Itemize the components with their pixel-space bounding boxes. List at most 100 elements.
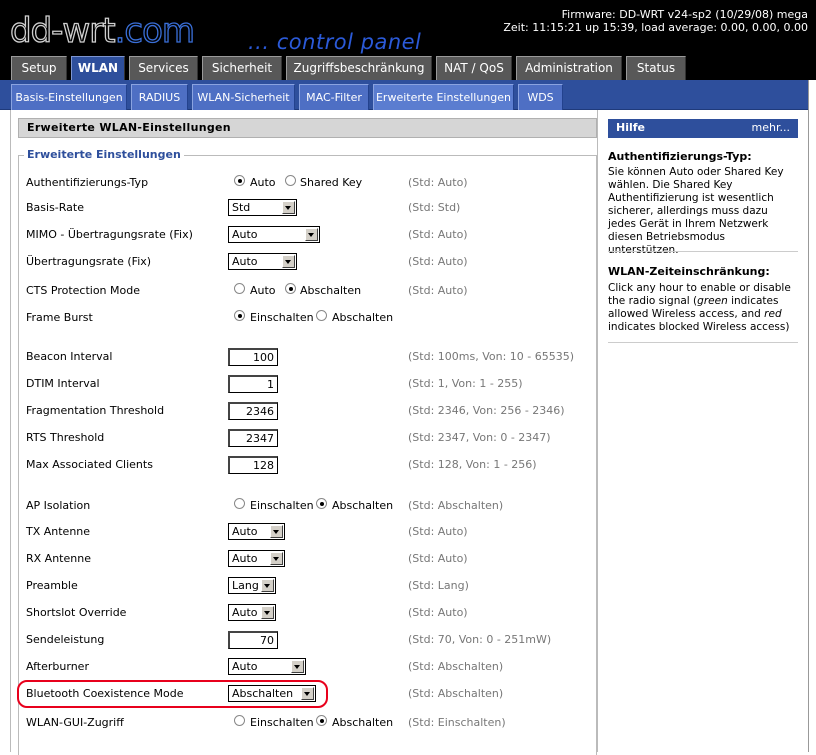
frame-burst-label: Frame Burst (26, 311, 93, 324)
ap-iso-on-radio[interactable] (234, 498, 245, 509)
chevron-down-icon (270, 552, 283, 565)
dtim-input[interactable]: 1 (228, 375, 278, 393)
rx-ant-select[interactable]: Auto (228, 550, 285, 567)
row-tx-power: Sendeleistung 70 (Std: 70, Von: 0 - 251m… (26, 630, 586, 650)
gui-access-on-radio[interactable] (234, 715, 245, 726)
mimo-rate-select[interactable]: Auto (228, 226, 320, 243)
right-border (808, 80, 816, 752)
bt-coex-default: (Std: Abschalten) (408, 687, 504, 700)
rts-input[interactable]: 2347 (228, 429, 278, 447)
help-time-text: Click any hour to enable or disable the … (608, 282, 798, 334)
preamble-default: (Std: Lang) (408, 579, 469, 592)
row-max-clients: Max Associated Clients 128 (Std: 128, Vo… (26, 455, 586, 475)
preamble-label: Preamble (26, 579, 78, 592)
basic-rate-select[interactable]: Std (228, 199, 297, 216)
row-tx-antenna: TX Antenne Auto (Std: Auto) (26, 522, 586, 542)
tab-status[interactable]: Status (626, 56, 686, 80)
row-afterburner: Afterburner Auto (Std: Abschalten) (26, 657, 586, 677)
rx-ant-label: RX Antenne (26, 552, 91, 565)
sub-tabs: Basis-Einstellungen RADIUS WLAN-Sicherhe… (0, 80, 808, 110)
frame-burst-on-radio[interactable] (234, 310, 245, 321)
help-time-text-c: indicates blocked Wireless access) (608, 321, 790, 333)
firmware-info: Firmware: DD-WRT v24-sp2 (10/29/08) mega… (503, 8, 808, 34)
basic-rate-value: Std (232, 201, 251, 214)
subtab-wds[interactable]: WDS (518, 84, 563, 110)
gui-access-label: WLAN-GUI-Zugriff (26, 716, 124, 729)
subtab-erweiterte[interactable]: Erweiterte Einstellungen (373, 84, 514, 110)
chevron-down-icon (305, 228, 318, 241)
chevron-down-icon (282, 201, 295, 214)
tx-ant-select[interactable]: Auto (228, 523, 285, 540)
ap-iso-off-radio[interactable] (316, 498, 327, 509)
cts-off-radio[interactable] (285, 283, 296, 294)
logo-com: .com (114, 11, 196, 51)
shortslot-default: (Std: Auto) (408, 606, 468, 619)
row-preamble: Preamble Lang (Std: Lang) (26, 576, 586, 596)
txpower-input[interactable]: 70 (228, 631, 278, 649)
tab-services[interactable]: Services (129, 56, 198, 80)
help-divider (608, 342, 798, 343)
gui-access-off-radio[interactable] (316, 715, 327, 726)
preamble-value: Lang (232, 579, 259, 592)
shortslot-select[interactable]: Auto (228, 604, 276, 621)
tx-rate-default: (Std: Auto) (408, 255, 468, 268)
tab-wlan[interactable]: WLAN (71, 56, 125, 80)
help-auth-heading: Authentifizierungs-Typ: (608, 150, 752, 163)
row-rx-antenna: RX Antenne Auto (Std: Auto) (26, 549, 586, 569)
subtab-wlan-sicherheit[interactable]: WLAN-Sicherheit (192, 84, 295, 110)
chevron-down-icon (261, 606, 274, 619)
tx-rate-select[interactable]: Auto (228, 253, 297, 270)
help-more-link[interactable]: mehr... (752, 119, 790, 137)
afterburner-label: Afterburner (26, 660, 89, 673)
chevron-down-icon (291, 660, 304, 673)
gui-access-off-label: Abschalten (332, 716, 394, 729)
mimo-rate-default: (Std: Auto) (408, 228, 468, 241)
frame-burst-off-radio[interactable] (316, 310, 327, 321)
subtab-basis[interactable]: Basis-Einstellungen (11, 84, 127, 110)
page-title: Erweiterte WLAN-Einstellungen (18, 118, 597, 138)
tx-rate-label: Übertragungsrate (Fix) (26, 255, 152, 268)
tab-zugriffsbeschraenkung[interactable]: Zugriffsbeschränkung (286, 56, 432, 80)
help-green-word: green (697, 295, 728, 307)
frame-burst-on-label: Einschalten (250, 311, 314, 324)
row-shortslot: Shortslot Override Auto (Std: Auto) (26, 603, 586, 623)
max-clients-input[interactable]: 128 (228, 456, 278, 474)
row-cts: CTS Protection Mode Auto Abschalten (Std… (26, 281, 586, 301)
help-time-heading: WLAN-Zeiteinschränkung: (608, 265, 770, 278)
rts-default: (Std: 2347, Von: 0 - 2347) (408, 431, 551, 444)
beacon-default: (Std: 100ms, Von: 10 - 65535) (408, 350, 575, 363)
row-gui-access: WLAN-GUI-Zugriff Einschalten Abschalten … (26, 713, 586, 733)
beacon-input[interactable]: 100 (228, 348, 278, 366)
afterburner-default: (Std: Abschalten) (408, 660, 504, 673)
txpower-label: Sendeleistung (26, 633, 105, 646)
cts-auto-radio[interactable] (234, 283, 245, 294)
chevron-down-icon (282, 255, 295, 268)
tab-nat-qos[interactable]: NAT / QoS (436, 56, 512, 80)
subtab-mac-filter[interactable]: MAC-Filter (299, 84, 369, 110)
row-frag: Fragmentation Threshold 2346 (Std: 2346,… (26, 401, 586, 421)
rx-ant-default: (Std: Auto) (408, 552, 468, 565)
frag-input[interactable]: 2346 (228, 402, 278, 420)
auth-type-shared-radio[interactable] (285, 175, 296, 186)
row-auth-type: Authentifizierungs-Typ Auto Shared Key (… (26, 173, 586, 193)
tab-administration[interactable]: Administration (516, 56, 622, 80)
tab-sicherheit[interactable]: Sicherheit (202, 56, 282, 80)
row-mimo-rate: MIMO - Übertragungsrate (Fix) Auto (Std:… (26, 225, 586, 245)
afterburner-select[interactable]: Auto (228, 658, 306, 675)
help-divider (608, 251, 798, 252)
help-red-word: red (764, 308, 782, 320)
ap-iso-off-label: Abschalten (332, 499, 394, 512)
ap-iso-label: AP Isolation (26, 499, 91, 512)
auth-type-label: Authentifizierungs-Typ (26, 176, 149, 189)
subtab-radius[interactable]: RADIUS (131, 84, 188, 110)
row-frame-burst: Frame Burst Einschalten Abschalten (26, 308, 586, 328)
mimo-rate-label: MIMO - Übertragungsrate (Fix) (26, 228, 193, 241)
preamble-select[interactable]: Lang (228, 577, 276, 594)
max-clients-default: (Std: 128, Von: 1 - 256) (408, 458, 537, 471)
auth-type-auto-radio[interactable] (234, 175, 245, 186)
tab-setup[interactable]: Setup (11, 56, 67, 80)
chevron-down-icon (270, 525, 283, 538)
row-beacon: Beacon Interval 100 (Std: 100ms, Von: 10… (26, 347, 586, 367)
fieldset-legend: Erweiterte Einstellungen (24, 148, 184, 161)
shortslot-value: Auto (232, 606, 258, 619)
